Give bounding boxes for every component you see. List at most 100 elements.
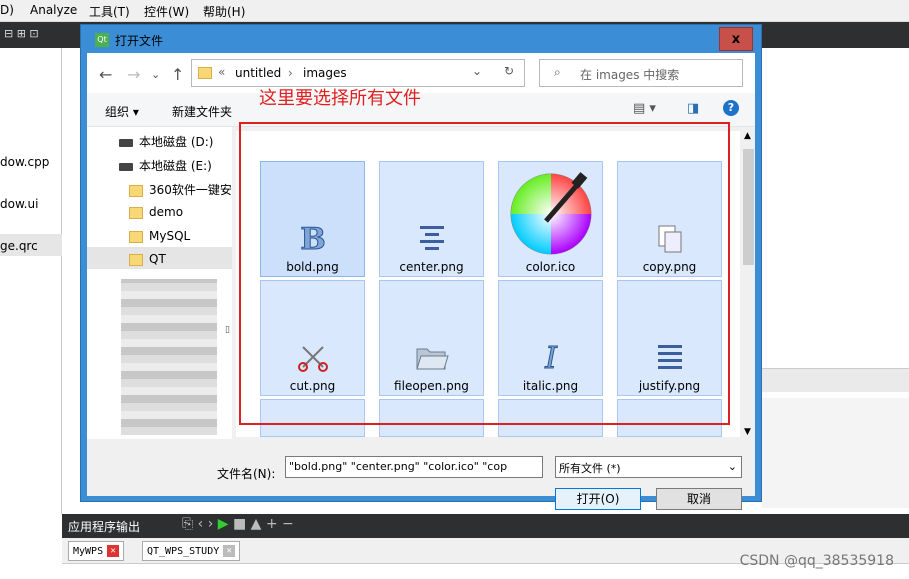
filename-label: 文件名(N): <box>217 467 276 481</box>
scissors-icon <box>297 346 328 372</box>
file-name: justify.png <box>638 379 701 393</box>
tree-item-mysql[interactable]: MySQL <box>129 229 190 243</box>
search-placeholder: 在 images 中搜索 <box>580 68 680 82</box>
tree-item-label: 360软件一键安 <box>149 183 232 197</box>
menu-item-help[interactable]: 帮助(H) <box>203 3 245 20</box>
menubar: D) Analyze 工具(T) 控件(W) 帮助(H) <box>0 0 909 22</box>
file-name: copy.png <box>642 260 697 274</box>
project-file-qrc[interactable]: ge.qrc <box>0 239 38 253</box>
tree-item-label: 本地磁盘 (E:) <box>139 159 212 173</box>
file-name: italic.png <box>522 379 579 393</box>
file-tile-partial[interactable] <box>498 399 603 437</box>
tree-item-label: QT <box>149 252 166 266</box>
folder-icon <box>129 184 143 197</box>
split-icon[interactable]: ⊟ ⊞ ⊡ <box>4 27 39 40</box>
file-scrollbar[interactable]: ▲ ▼ <box>742 131 755 437</box>
menu-item-widgets[interactable]: 控件(W) <box>144 3 189 20</box>
justify-icon <box>657 345 682 369</box>
breadcrumb-images[interactable]: images <box>303 66 347 80</box>
breadcrumb-overflow[interactable]: « <box>218 65 225 79</box>
scroll-thumb[interactable] <box>743 149 754 265</box>
scroll-down-icon[interactable]: ▼ <box>744 427 751 437</box>
menu-item-debug[interactable]: D) <box>0 3 14 17</box>
annotation-text: 这里要选择所有文件 <box>259 88 421 109</box>
up-arrow-icon[interactable]: ↑ <box>171 65 184 84</box>
dialog-body: ← → ⌄ ↑ « untitled › images ⌄ ↻ ⌕ 在 imag… <box>87 53 755 510</box>
close-icon[interactable]: ✕ <box>223 545 236 557</box>
file-name: cut.png <box>289 379 336 393</box>
back-arrow-icon[interactable]: ← <box>99 65 112 84</box>
chevron-down-icon[interactable]: ⌄ <box>472 64 482 78</box>
file-name: center.png <box>399 260 464 274</box>
cancel-button[interactable]: 取消 <box>656 488 742 510</box>
file-name: color.ico <box>525 260 576 274</box>
tree-item-demo[interactable]: demo <box>129 205 183 219</box>
search-icon: ⌕ <box>554 65 561 79</box>
help-icon[interactable]: ? <box>723 100 739 116</box>
tree-item-360[interactable]: 360软件一键安 <box>129 181 232 198</box>
menu-item-analyze[interactable]: Analyze <box>30 3 77 17</box>
bold-icon: B <box>299 222 325 254</box>
tab-mywps[interactable]: MyWPS ✕ <box>68 541 125 561</box>
forward-arrow-icon[interactable]: → <box>127 65 140 84</box>
italic-icon: I <box>543 341 558 373</box>
file-tile-partial[interactable] <box>260 399 365 437</box>
drive-icon <box>119 162 133 171</box>
breadcrumb-separator-icon: › <box>288 66 293 80</box>
folder-icon <box>198 67 212 79</box>
navigation-bar: ← → ⌄ ↑ « untitled › images ⌄ ↻ ⌕ 在 imag… <box>87 53 755 93</box>
file-tile-bold[interactable]: B bold.png <box>260 161 365 277</box>
file-tile-italic[interactable]: I italic.png <box>498 280 603 396</box>
folder-icon <box>129 230 143 243</box>
new-folder-button[interactable]: 新建文件夹 <box>172 103 232 120</box>
open-button[interactable]: 打开(O) <box>555 488 641 510</box>
close-button[interactable]: x <box>719 27 753 51</box>
address-bar[interactable]: « untitled › images ⌄ ↻ <box>191 59 525 87</box>
file-tile-justify[interactable]: justify.png <box>617 280 722 396</box>
file-name: fileopen.png <box>394 379 469 393</box>
file-tile-color[interactable]: color.ico <box>498 161 603 277</box>
svg-text:B: B <box>300 222 325 254</box>
view-options-icon[interactable]: ▤ ▾ <box>633 101 656 116</box>
scroll-up-icon[interactable]: ▲ <box>744 131 751 141</box>
file-tile-partial[interactable] <box>617 399 722 437</box>
center-align-icon <box>419 226 444 250</box>
file-tile-cut[interactable]: cut.png <box>260 280 365 396</box>
open-folder-icon <box>415 348 449 370</box>
tree-item-e-drive[interactable]: 本地磁盘 (E:) <box>119 157 212 174</box>
close-icon[interactable]: ✕ <box>107 545 120 557</box>
organize-button[interactable]: 组织 ▾ <box>105 103 139 120</box>
command-bar: 组织 ▾ 新建文件夹 ▤ ▾ ◨ ? <box>87 93 755 127</box>
scroll-arrow-icon[interactable]: ▯ <box>225 325 230 335</box>
tree-item-d-drive[interactable]: 本地磁盘 (D:) <box>119 133 213 150</box>
output-label: 应用程序输出 <box>68 520 141 534</box>
filename-field[interactable]: "bold.png" "center.png" "color.ico" "cop <box>285 456 543 478</box>
tree-item-label: demo <box>149 205 184 219</box>
breadcrumb-untitled[interactable]: untitled <box>235 66 281 80</box>
open-file-dialog: Qt 打开文件 x ← → ⌄ ↑ « untitled › images ⌄ … <box>80 24 762 510</box>
file-tile-fileopen[interactable]: fileopen.png <box>379 280 484 396</box>
file-grid: B bold.png center.png color.ico copy.png… <box>236 131 740 437</box>
menu-item-tools[interactable]: 工具(T) <box>89 3 130 20</box>
tree-item-label: 本地磁盘 (D:) <box>139 135 214 149</box>
recent-dropdown-icon[interactable]: ⌄ <box>151 68 160 81</box>
refresh-icon[interactable]: ↻ <box>504 64 514 78</box>
output-controls-icon[interactable]: ⎘ ‹ › ▶ ■ ▲ + − <box>182 516 294 532</box>
project-file-cpp[interactable]: dow.cpp <box>0 155 49 169</box>
filetype-select[interactable]: 所有文件 (*) ⌄ <box>555 456 742 478</box>
project-pane: dow.cpp dow.ui ge.qrc <box>0 48 62 514</box>
tab-qt-wps-study[interactable]: QT_WPS_STUDY ✕ <box>142 541 241 561</box>
file-tile-center[interactable]: center.png <box>379 161 484 277</box>
dialog-title: 打开文件 <box>115 34 164 48</box>
file-tile-copy[interactable]: copy.png <box>617 161 722 277</box>
search-input[interactable]: ⌕ 在 images 中搜索 <box>539 59 743 87</box>
svg-text:I: I <box>544 341 558 373</box>
filetype-value: 所有文件 (*) <box>559 462 621 475</box>
tab-qt-wps-study-label: QT_WPS_STUDY <box>147 546 220 557</box>
file-name: bold.png <box>286 260 339 274</box>
project-file-ui[interactable]: dow.ui <box>0 197 38 211</box>
preview-pane-icon[interactable]: ◨ <box>687 101 699 116</box>
tree-item-qt[interactable]: QT <box>129 252 166 266</box>
watermark: CSDN @qq_38535918 <box>739 553 894 569</box>
file-tile-partial[interactable] <box>379 399 484 437</box>
